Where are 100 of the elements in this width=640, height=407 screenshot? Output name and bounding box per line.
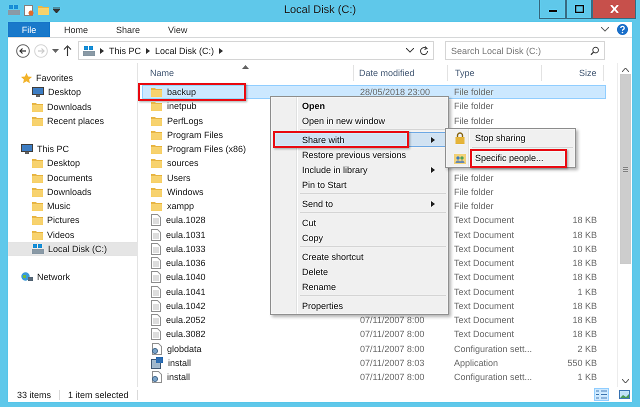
settings-file-icon <box>151 342 162 355</box>
sidebar-item[interactable]: Documents <box>8 170 137 185</box>
column-header[interactable]: Type <box>448 65 542 81</box>
menu-item[interactable]: Rename <box>273 279 446 294</box>
file-type: Configuration sett... <box>454 344 532 354</box>
close-button[interactable] <box>592 0 636 19</box>
menu-item[interactable]: Create shortcut <box>273 249 446 264</box>
file-size: 1 KB <box>577 372 597 382</box>
sidebar-item[interactable]: Recent places <box>8 114 137 128</box>
column-header[interactable]: Date modified <box>354 65 448 81</box>
back-button[interactable] <box>16 44 30 58</box>
sort-ascending-icon <box>242 65 249 69</box>
help-icon[interactable] <box>617 24 628 35</box>
menu-item[interactable]: Include in library <box>273 162 446 177</box>
file-type: File folder <box>454 186 494 197</box>
menu-item[interactable]: Share with <box>273 132 446 147</box>
ribbon-tab[interactable]: View <box>154 22 202 37</box>
file-type: File folder <box>454 201 494 212</box>
sidebar-item[interactable]: Downloads <box>8 100 137 114</box>
scrollbar[interactable] <box>617 63 632 387</box>
folder-icon <box>32 201 43 212</box>
ribbon-tab[interactable]: Share <box>102 22 154 37</box>
file-name: eula.1042 <box>166 300 206 311</box>
details-view-button[interactable] <box>594 388 609 401</box>
breadcrumb[interactable]: Local Disk (C:) <box>155 46 214 56</box>
menu-item[interactable]: Cut <box>273 215 446 230</box>
up-button[interactable] <box>63 45 72 56</box>
star-icon <box>21 72 32 84</box>
menu-item[interactable]: Specific people... <box>448 150 573 166</box>
menu-item[interactable]: Stop sharing <box>448 130 573 146</box>
menu-item[interactable]: Copy <box>273 230 446 245</box>
breadcrumb[interactable]: This PC <box>109 46 142 56</box>
maximize-button[interactable] <box>566 0 592 19</box>
drive-icon <box>8 5 20 15</box>
file-size: 18 KB <box>572 230 597 240</box>
sidebar-item[interactable]: Pictures <box>8 213 137 228</box>
file-type: Text Document <box>454 230 514 240</box>
sidebar-item[interactable]: Downloads <box>8 184 137 199</box>
file-name: eula.1028 <box>166 215 206 226</box>
dropdown-icon[interactable] <box>53 7 60 13</box>
sidebar-item[interactable]: Desktop <box>8 85 137 100</box>
menu-item[interactable]: Restore previous versions <box>273 147 446 162</box>
file-type: Text Document <box>454 329 514 340</box>
file-type: Text Document <box>454 300 514 311</box>
close-icon <box>610 5 618 13</box>
chevron-right-icon <box>100 48 104 54</box>
expand-ribbon-icon[interactable] <box>601 27 609 32</box>
column-header[interactable]: Size <box>542 65 604 81</box>
file-type: Text Document <box>454 286 514 297</box>
folder-icon <box>151 158 162 168</box>
address-bar[interactable]: This PC Local Disk (C:) <box>78 41 434 60</box>
history-dropdown-icon[interactable] <box>52 48 59 52</box>
scroll-up-icon[interactable] <box>622 68 628 72</box>
scroll-thumb[interactable] <box>620 74 630 264</box>
menu-item[interactable]: Properties <box>273 298 446 313</box>
date-modified: 07/11/2007 8:03 <box>360 358 424 368</box>
file-type: Text Document <box>454 258 514 268</box>
file-size: 18 KB <box>572 329 597 340</box>
document-icon <box>151 328 161 340</box>
document-icon <box>151 286 161 298</box>
sidebar-item[interactable]: Videos <box>8 228 137 242</box>
sidebar-item[interactable]: Favorites <box>8 71 137 86</box>
menu-item[interactable]: Open in new window <box>273 113 446 128</box>
file-menu-button[interactable]: File <box>8 22 50 37</box>
file-name: Program Files <box>167 130 224 140</box>
search-icon <box>590 46 599 56</box>
refresh-icon[interactable] <box>419 46 429 56</box>
folder-icon <box>151 186 162 197</box>
file-type: File folder <box>454 87 494 98</box>
sidebar-item[interactable]: This PC <box>8 142 137 156</box>
file-type: Text Document <box>454 272 514 282</box>
file-type: Text Document <box>454 315 514 326</box>
properties-icon[interactable] <box>24 4 34 16</box>
chevron-down-icon[interactable] <box>406 48 414 53</box>
search-input[interactable]: Search Local Disk (C:) <box>451 46 590 56</box>
menu-item[interactable]: Delete <box>273 264 446 279</box>
chevron-right-icon <box>219 48 224 54</box>
date-modified: 07/11/2007 8:00 <box>360 372 424 382</box>
file-name: eula.1041 <box>166 286 206 297</box>
lock-icon <box>455 132 465 144</box>
file-name: globdata <box>167 344 202 354</box>
minimize-button[interactable] <box>539 0 566 19</box>
menu-item[interactable]: Pin to Start <box>273 177 446 192</box>
folder-icon <box>32 102 43 112</box>
scroll-down-icon[interactable] <box>622 379 628 383</box>
sidebar-item[interactable]: Network <box>8 270 137 284</box>
application-icon <box>151 356 163 369</box>
sidebar-item[interactable]: Desktop <box>8 156 137 170</box>
sidebar-item[interactable]: Music <box>8 199 137 214</box>
file-name: eula.1040 <box>166 272 206 282</box>
file-name: Windows <box>167 186 204 197</box>
date-modified: 28/05/2018 23:00 <box>360 87 430 98</box>
sidebar-item[interactable]: Local Disk (C:) <box>8 242 137 256</box>
search-box[interactable]: Search Local Disk (C:) <box>445 41 605 60</box>
ribbon-tab[interactable]: Home <box>50 22 102 37</box>
chevron-right-icon <box>146 48 150 54</box>
large-icons-view-button[interactable] <box>617 388 632 401</box>
file-size: 18 KB <box>572 215 597 226</box>
menu-item[interactable]: Send to <box>273 196 446 211</box>
menu-item[interactable]: Open <box>273 98 446 113</box>
